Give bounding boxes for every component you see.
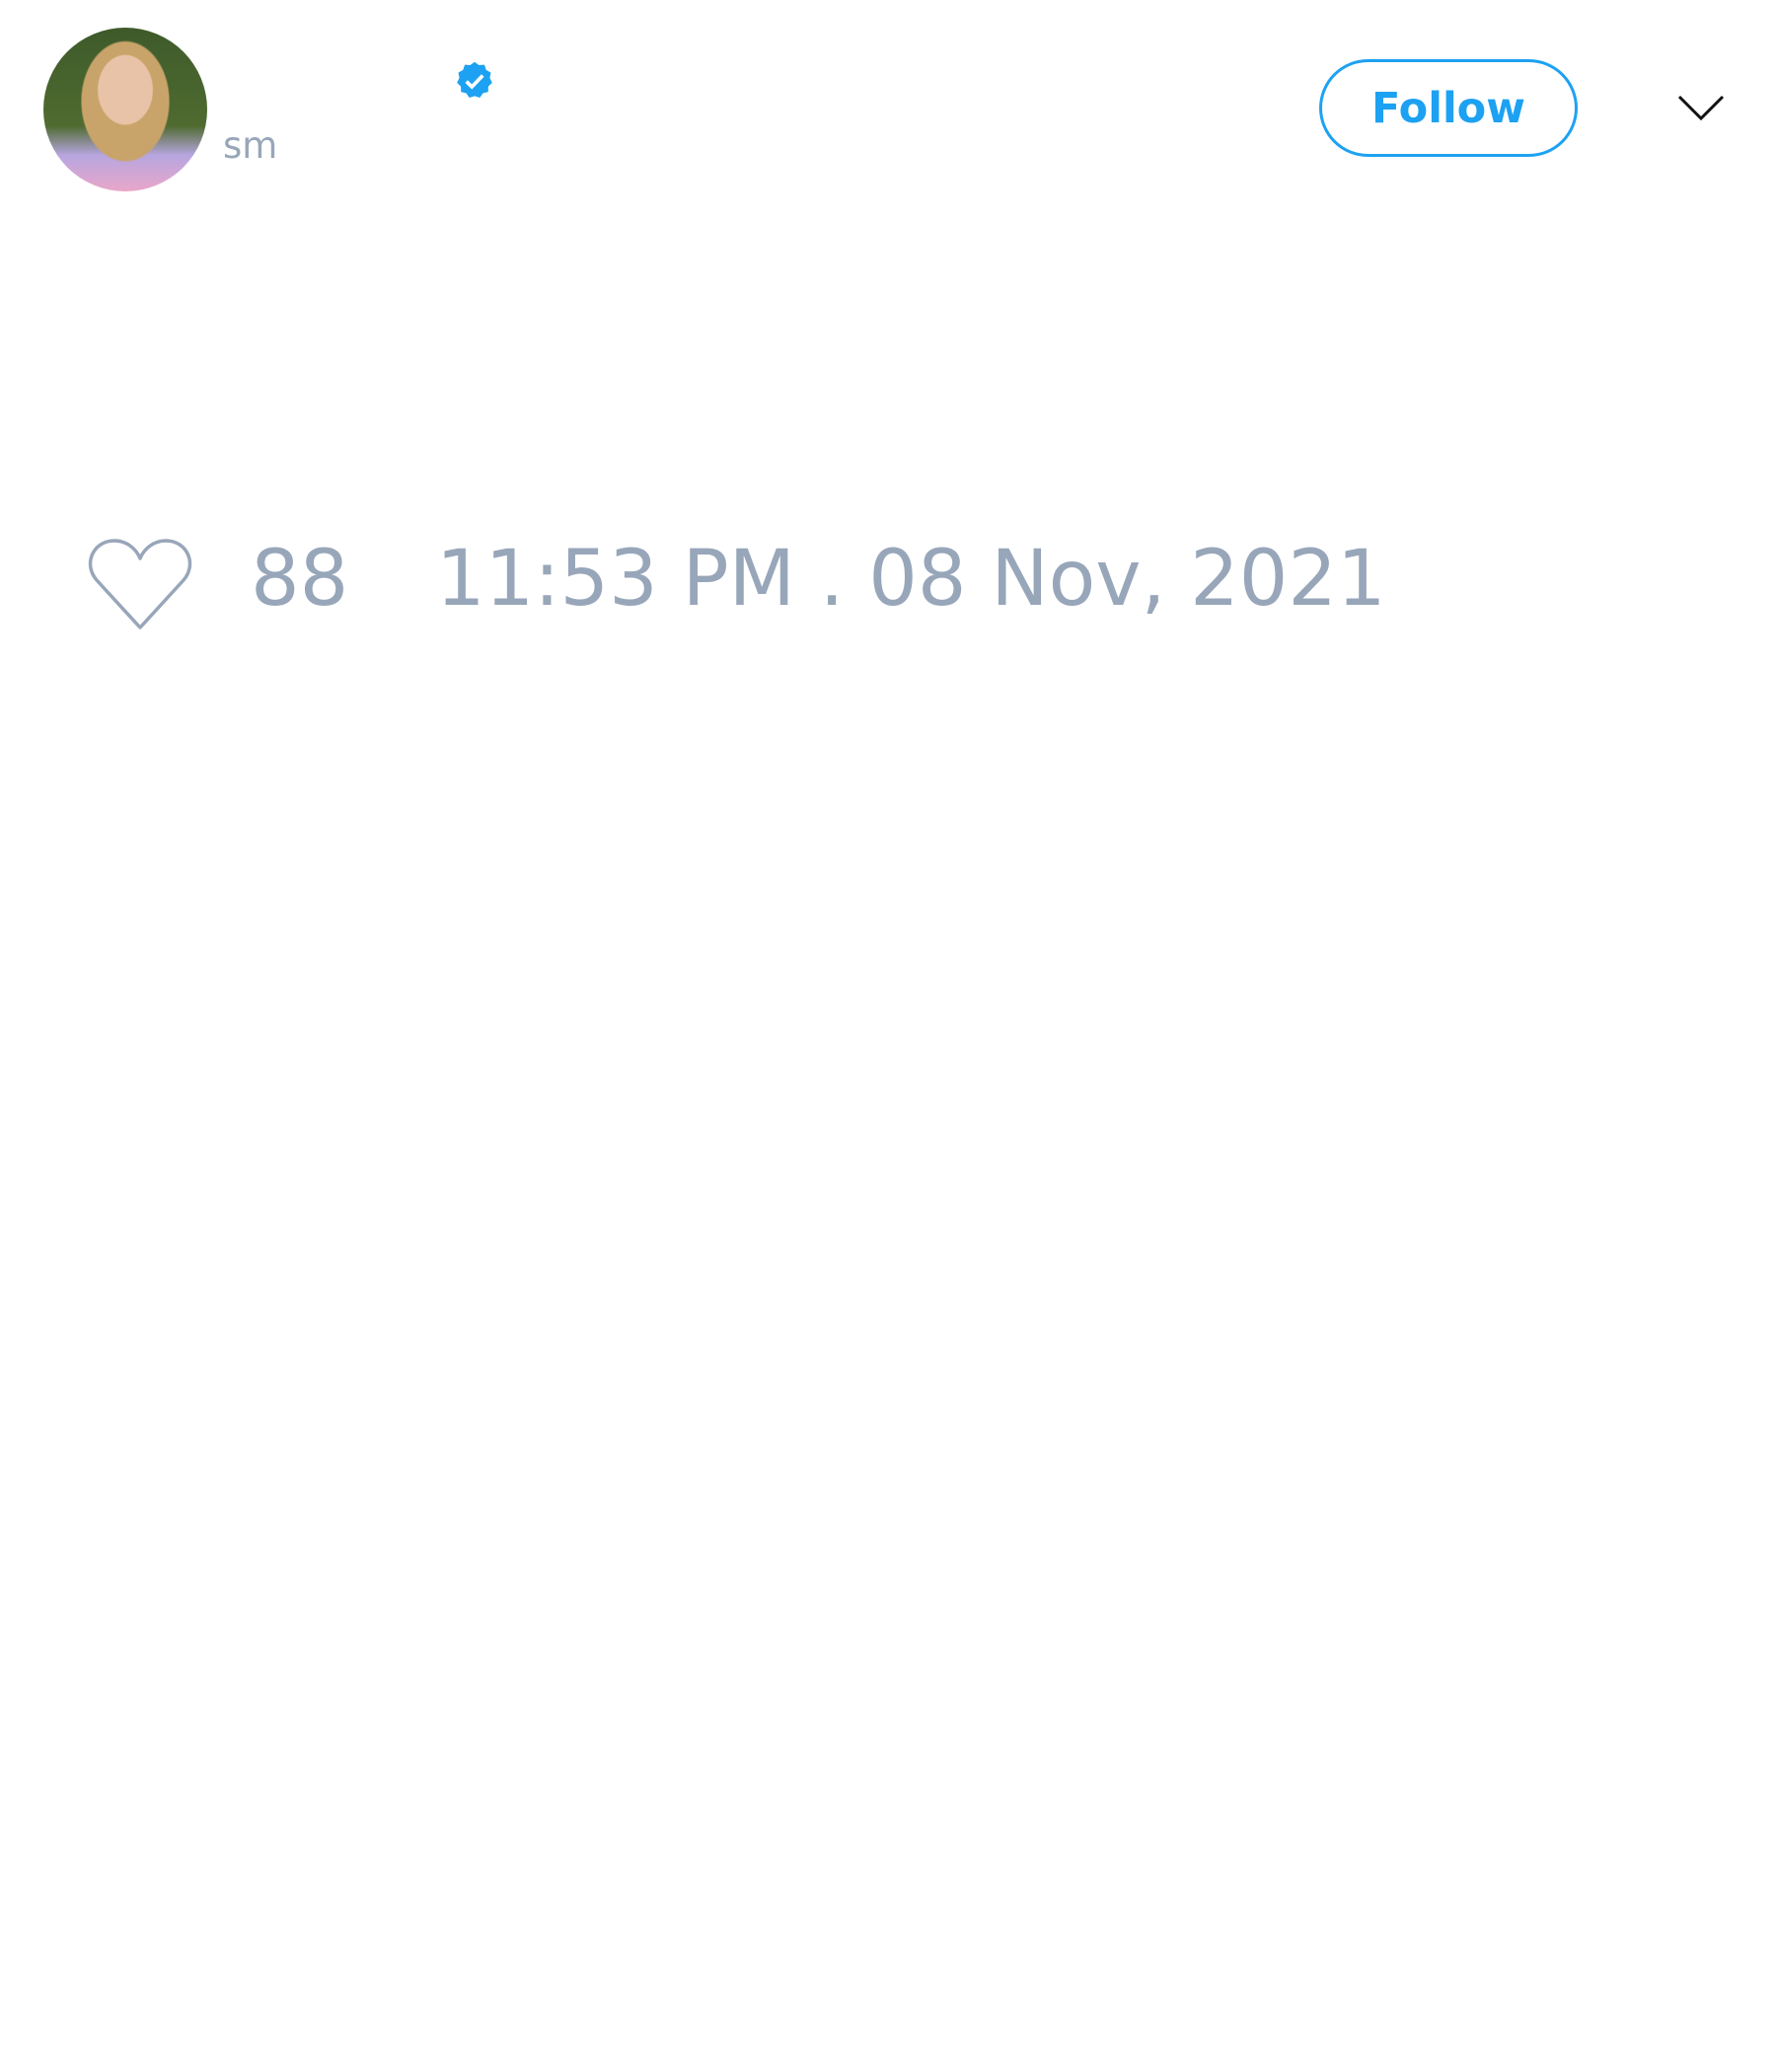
tweet-timestamp[interactable]: 11:53 PM . 08 Nov, 2021 — [436, 541, 1386, 618]
chevron-down-icon[interactable] — [1675, 89, 1727, 128]
like-count: 88 — [251, 535, 349, 624]
user-handle[interactable]: sm — [223, 124, 277, 167]
heart-icon[interactable] — [87, 535, 193, 633]
avatar[interactable] — [43, 28, 207, 191]
verified-badge-icon — [457, 61, 492, 99]
follow-button[interactable]: Follow — [1319, 59, 1578, 157]
